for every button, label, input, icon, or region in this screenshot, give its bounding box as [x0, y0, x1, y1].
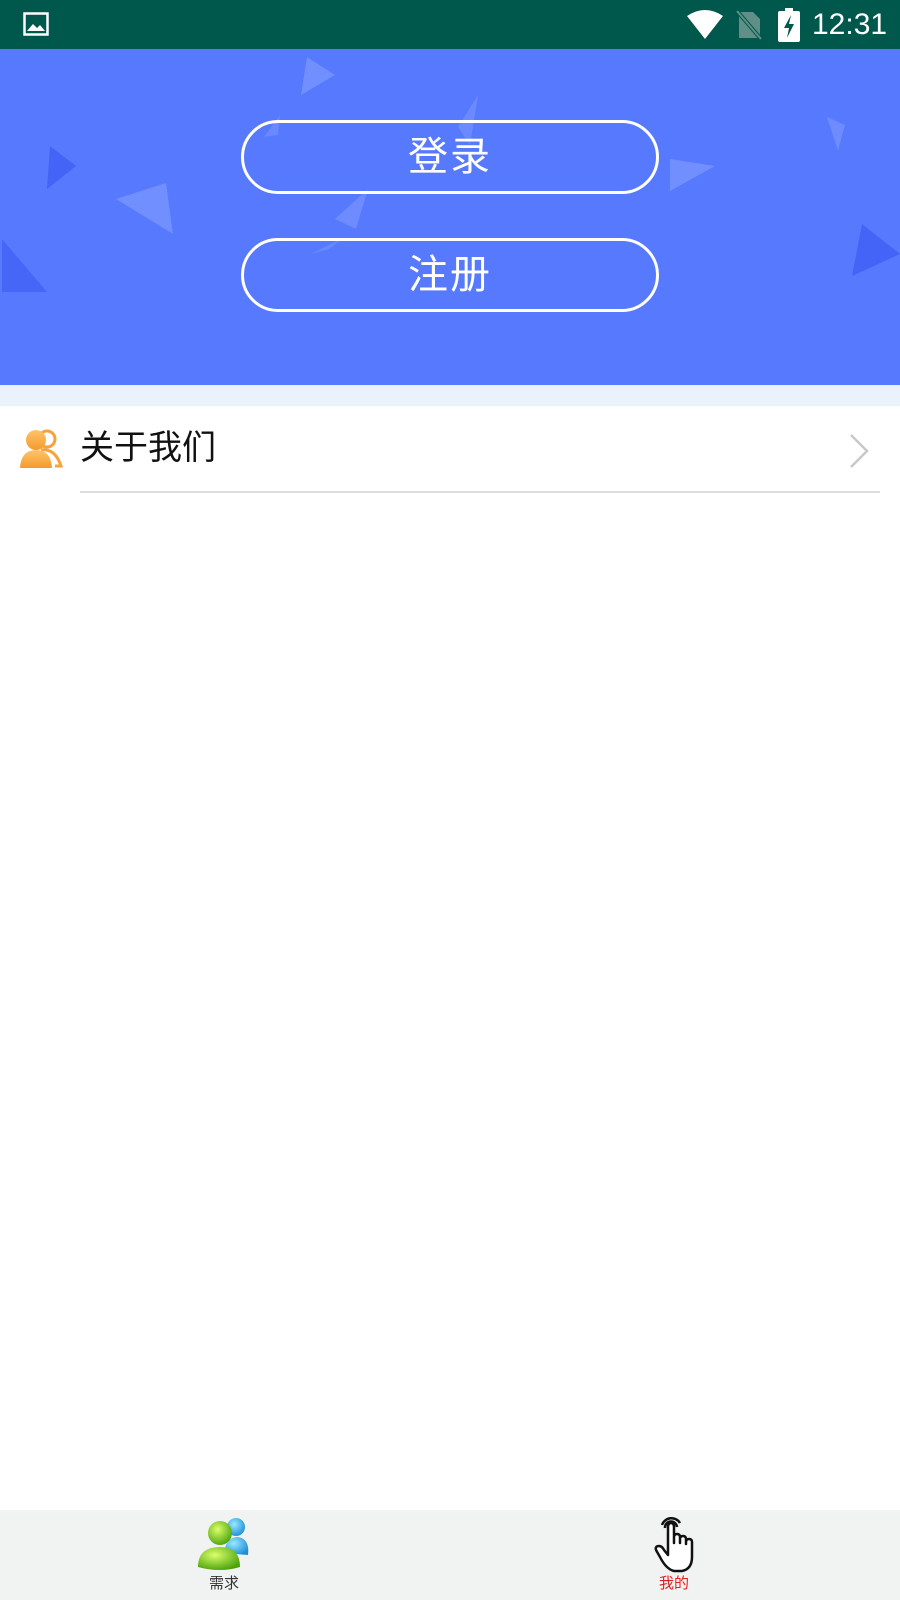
status-bar: 12:31 [0, 0, 900, 49]
gallery-icon [23, 12, 49, 36]
section-divider [0, 385, 900, 406]
tab-mine-label: 我的 [658, 1574, 689, 1592]
battery-charging-icon [778, 8, 800, 42]
tab-demand[interactable]: 需求 [0, 1510, 450, 1600]
about-us-label: 关于我们 [80, 428, 216, 468]
bottom-navigation: 需求 我的 [0, 1510, 900, 1600]
users-icon [198, 1518, 249, 1570]
status-clock: 12:31 [812, 8, 888, 41]
people-icon [20, 429, 63, 468]
banner-triangles-decoration [2, 57, 900, 292]
tab-demand-label: 需求 [208, 1574, 239, 1592]
item-divider [80, 491, 880, 493]
account-banner: 登录 注册 [0, 49, 900, 385]
login-button[interactable]: 登录 [241, 120, 659, 194]
register-button[interactable]: 注册 [241, 238, 659, 312]
hand-touch-icon [654, 1516, 694, 1573]
no-sim-icon [736, 10, 762, 40]
app-screen: 12:31 登录 注册 关于我们 需求 我的 [0, 0, 900, 1600]
about-us-item[interactable]: 关于我们 [0, 406, 900, 493]
chevron-right-icon [850, 434, 869, 468]
tab-mine[interactable]: 我的 [450, 1510, 900, 1600]
wifi-icon [687, 10, 723, 39]
